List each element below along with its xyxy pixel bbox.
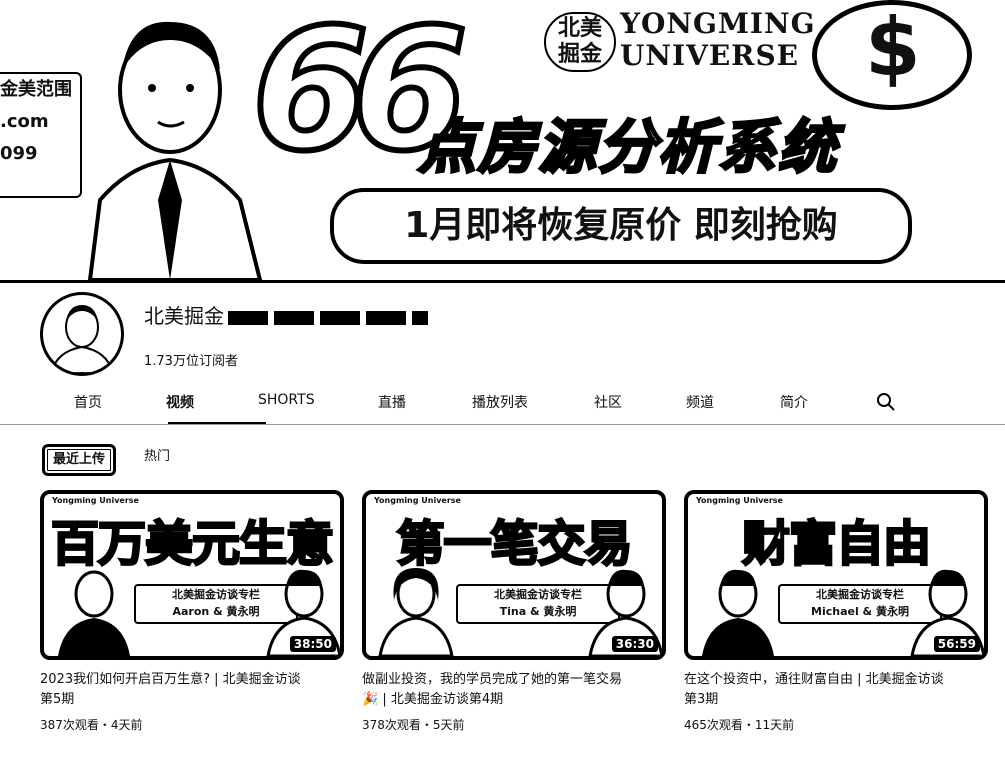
video-card[interactable]: Yongming Universe 第一笔交易 北美掘金访谈专栏 Tina & … bbox=[362, 490, 666, 733]
tab-videos[interactable]: 视频 bbox=[166, 392, 194, 412]
banner-brand-logo: 北美掘金 YONGMING UNIVERSE bbox=[540, 8, 814, 80]
video-duration: 36:30 bbox=[611, 636, 658, 652]
video-thumbnail[interactable]: Yongming Universe 百万美元生意 北美掘金访谈专栏 Aaron … bbox=[40, 490, 344, 660]
video-title-line: 做副业投资，我的学员完成了她的第一笔交易 bbox=[362, 672, 623, 687]
banner-contact-line: .com bbox=[0, 111, 49, 132]
video-thumbnail[interactable]: Yongming Universe 第一笔交易 北美掘金访谈专栏 Tina & … bbox=[362, 490, 666, 660]
brand-cn-text: 北美掘金 bbox=[544, 12, 616, 72]
guest-portrait bbox=[58, 570, 130, 656]
channel-name-text: 北美掘金 bbox=[144, 304, 224, 328]
banner-headline: 点房源分析系统 bbox=[416, 112, 839, 183]
video-meta: 378次观看・5天前 bbox=[362, 718, 465, 732]
video-title-line: 2023我们如何开启百万生意? | 北美掘金访谈 bbox=[40, 672, 301, 687]
channel-banner: 金美范围 .com 099 北美掘金 YONGMING UNIVERSE $ 6… bbox=[0, 0, 1005, 283]
tab-about[interactable]: 简介 bbox=[780, 392, 808, 412]
search-icon[interactable] bbox=[876, 392, 896, 412]
tab-home[interactable]: 首页 bbox=[74, 392, 102, 412]
channel-avatar[interactable] bbox=[40, 292, 124, 376]
video-card[interactable]: Yongming Universe 百万美元生意 北美掘金访谈专栏 Aaron … bbox=[40, 490, 344, 733]
tab-playlists[interactable]: 播放列表 bbox=[472, 392, 528, 412]
video-meta: 387次观看・4天前 bbox=[40, 718, 143, 732]
redacted-text bbox=[228, 310, 428, 325]
video-title[interactable]: 2023我们如何开启百万生意? | 北美掘金访谈 第5期 bbox=[40, 670, 336, 710]
tab-community[interactable]: 社区 bbox=[594, 392, 622, 412]
banner-contact-line: 金美范围 bbox=[0, 79, 72, 100]
video-title[interactable]: 做副业投资，我的学员完成了她的第一笔交易 🎉 | 北美掘金访谈第4期 bbox=[362, 670, 658, 710]
coin-symbol: $ bbox=[865, 1, 921, 94]
video-duration: 38:50 bbox=[289, 636, 336, 652]
brand-en-line1: YONGMING bbox=[620, 7, 816, 40]
chip-popular[interactable]: 热门 bbox=[136, 444, 178, 470]
subscriber-count: 1.73万位订阅者 bbox=[144, 354, 238, 369]
brand-en-text: YONGMING UNIVERSE bbox=[620, 8, 815, 72]
tab-live[interactable]: 直播 bbox=[378, 392, 406, 412]
avatar-portrait bbox=[49, 305, 115, 373]
tab-shorts[interactable]: SHORTS bbox=[258, 392, 315, 408]
banner-host-portrait bbox=[87, 21, 263, 280]
guest-portrait bbox=[378, 568, 454, 656]
dollar-coin-icon: $ bbox=[812, 0, 972, 110]
video-title-line: 第5期 bbox=[40, 692, 75, 707]
brand-en-line2: UNIVERSE bbox=[620, 39, 800, 72]
guest-portrait bbox=[702, 569, 774, 656]
video-meta: 465次观看・11天前 bbox=[684, 718, 795, 732]
video-title[interactable]: 在这个投资中，通往财富自由 | 北美掘金访谈 第3期 bbox=[684, 670, 980, 710]
banner-promo-pill: 1月即将恢复原价 即刻抢购 bbox=[330, 188, 912, 264]
video-title-line: 🎉 | 北美掘金访谈第4期 bbox=[362, 692, 504, 707]
tab-channels[interactable]: 频道 bbox=[686, 392, 714, 412]
video-title-line: 在这个投资中，通往财富自由 | 北美掘金访谈 bbox=[684, 672, 944, 687]
video-card[interactable]: Yongming Universe 财富自由 北美掘金访谈专栏 Michael … bbox=[684, 490, 988, 733]
chip-recent-uploads[interactable]: 最近上传 bbox=[42, 444, 117, 476]
video-duration: 56:59 bbox=[933, 636, 980, 652]
channel-tabs: 首页 视频 SHORTS 直播 播放列表 社区 频道 简介 bbox=[40, 382, 980, 425]
video-thumbnail[interactable]: Yongming Universe 财富自由 北美掘金访谈专栏 Michael … bbox=[684, 490, 988, 660]
channel-name: 北美掘金 bbox=[144, 300, 428, 329]
video-title-line: 第3期 bbox=[684, 692, 719, 707]
banner-contact-line: 099 bbox=[0, 143, 38, 164]
tabs-divider bbox=[0, 424, 1005, 425]
